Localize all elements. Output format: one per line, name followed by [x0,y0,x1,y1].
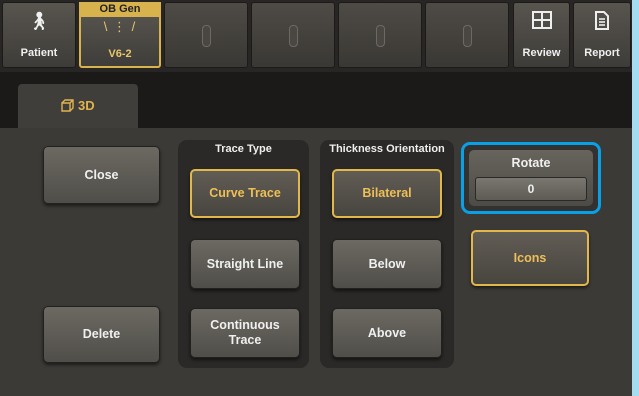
probe-slot-2[interactable] [251,2,335,68]
probe-preset-title: OB Gen [79,2,161,17]
probe-slot-3[interactable] [338,2,422,68]
slot-icon [202,25,211,47]
probe-slot-1[interactable] [164,2,248,68]
report-button[interactable]: Report [573,2,631,68]
slot-icon [376,25,385,47]
slot-icon [289,25,298,47]
thickness-orientation-title: Thickness Orientation [329,143,445,155]
icons-button[interactable]: Icons [471,230,589,286]
curve-trace-button[interactable]: Curve Trace [190,169,300,218]
straight-line-label: Straight Line [206,256,284,271]
probe-label: V6-2 [108,48,132,60]
bilateral-label: Bilateral [362,186,412,200]
rotate-value[interactable]: 0 [475,177,587,201]
rotate-button[interactable]: Rotate 0 [469,150,593,206]
below-button[interactable]: Below [332,239,442,289]
app-frame: 🚶︎ Patient OB Gen \ ⋮ / V6-2 Review Repo… [0,0,632,396]
curve-trace-label: Curve Trace [209,186,281,200]
close-label: Close [84,167,119,182]
rotate-label: Rotate [511,156,551,170]
above-button[interactable]: Above [332,308,442,358]
continuous-trace-button[interactable]: Continuous Trace [190,308,300,358]
tab-row: 3D [0,72,632,128]
delete-button[interactable]: Delete [43,306,160,363]
patient-label: Patient [20,47,58,59]
continuous-trace-label: Continuous Trace [210,318,280,347]
review-label: Review [522,47,561,59]
above-label: Above [367,325,407,340]
report-label: Report [584,47,620,59]
patient-button[interactable]: 🚶︎ Patient [2,2,76,68]
tab-3d-label: 3D [78,98,95,113]
probe-slot-4[interactable] [425,2,509,68]
document-icon [574,11,630,35]
probe-rays-icon: \ ⋮ / [103,19,137,34]
icons-label: Icons [513,250,547,265]
cube-icon [61,98,78,113]
person-icon: 🚶︎ [27,11,51,31]
top-bar: 🚶︎ Patient OB Gen \ ⋮ / V6-2 Review Repo… [0,0,632,72]
grid-icon [514,11,569,34]
review-button[interactable]: Review [513,2,570,68]
rotate-control[interactable]: Rotate 0 [461,142,601,214]
straight-line-button[interactable]: Straight Line [190,239,300,289]
close-button[interactable]: Close [43,146,160,204]
slot-icon [463,25,472,47]
tab-3d[interactable]: 3D [18,84,138,128]
bilateral-button[interactable]: Bilateral [332,169,442,218]
probe-button[interactable]: OB Gen \ ⋮ / V6-2 [79,2,161,68]
trace-type-title: Trace Type [215,143,272,155]
below-label: Below [368,256,406,271]
delete-label: Delete [82,327,121,341]
